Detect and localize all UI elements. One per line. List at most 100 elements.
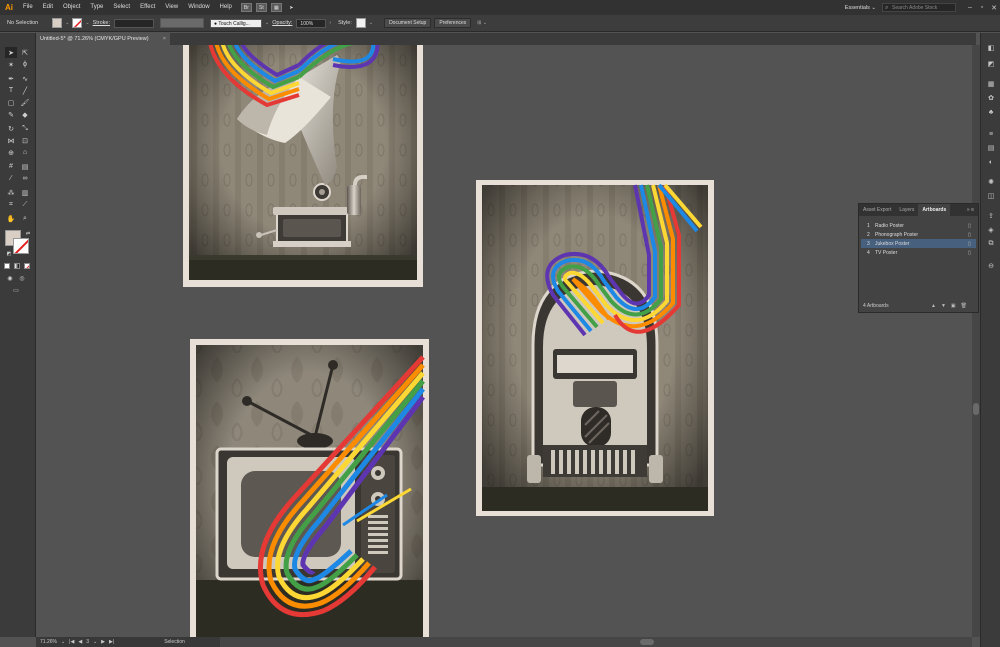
symbol-sprayer-icon[interactable]: ⁂ (5, 187, 17, 198)
gradient-mode-icon[interactable] (14, 263, 20, 269)
artboard-row-3[interactable]: 3 Jukebox Poster ▯ (861, 239, 976, 248)
next-artboard-icon[interactable]: ▶ (101, 639, 105, 645)
fill-swatch[interactable] (52, 18, 63, 28)
slice-icon[interactable]: ⟋ (19, 199, 31, 210)
move-up-icon[interactable]: ▲ (931, 303, 941, 309)
opacity-arrow-icon[interactable]: › (329, 20, 331, 26)
transparency-icon[interactable]: ◐ (985, 157, 997, 167)
zoom-dropdown-icon[interactable]: ⌄ (61, 639, 65, 645)
artboard-tv[interactable] (190, 339, 429, 637)
horizontal-scroll-thumb[interactable] (640, 639, 654, 645)
menu-effect[interactable]: Effect (135, 0, 160, 15)
last-artboard-icon[interactable]: ▶| (109, 639, 114, 645)
eraser-icon[interactable]: ◆ (19, 109, 31, 120)
menu-help[interactable]: Help (215, 0, 237, 15)
menu-select[interactable]: Select (108, 0, 135, 15)
menu-object[interactable]: Object (58, 0, 85, 15)
lasso-icon[interactable]: ϕ (19, 59, 31, 70)
draw-behind-icon[interactable]: ◎ (16, 273, 28, 284)
free-transform-icon[interactable]: ⊡ (19, 135, 31, 146)
gpu-performance-icon[interactable]: ➤ (286, 3, 297, 12)
vertical-scroll-thumb[interactable] (973, 403, 979, 415)
fill-dropdown-icon[interactable]: ⌄ (65, 20, 69, 26)
workspace-switcher[interactable]: Essentials ⌄ (839, 5, 882, 11)
stroke-icon[interactable]: ≡ (985, 129, 997, 139)
color-mode-icon[interactable] (4, 263, 10, 269)
artboard-row-2[interactable]: 2 Phonograph Poster ▯ (861, 230, 976, 239)
eyedropper-icon[interactable]: ⁄ (5, 173, 17, 184)
shape-builder-icon[interactable]: ⊕ (5, 147, 17, 158)
selection-icon[interactable]: ➤ (5, 47, 17, 58)
menu-file[interactable]: File (18, 0, 38, 15)
tab-asset-export[interactable]: Asset Export (859, 204, 895, 216)
preferences-button[interactable]: Preferences (434, 18, 472, 28)
draw-normal-icon[interactable]: ◉ (4, 273, 16, 284)
tab-layers[interactable]: Layers (895, 204, 918, 216)
menu-window[interactable]: Window (183, 0, 214, 15)
brush-dropdown-icon[interactable]: ⌄ (265, 20, 269, 26)
delete-artboard-icon[interactable]: 🗑 (961, 303, 972, 309)
artboard-dropdown-icon[interactable]: ⌄ (93, 639, 97, 645)
properties-icon[interactable]: ◧ (985, 43, 997, 53)
rectangle-icon[interactable]: ▢ (5, 97, 17, 108)
shaper-icon[interactable]: ✎ (5, 109, 17, 120)
default-colors-icon[interactable]: ◩ (3, 248, 15, 259)
search-stock-input[interactable]: ⌕ Search Adobe Stock (882, 3, 956, 12)
artboard-row-1[interactable]: 1 Radio Poster ▯ (861, 221, 976, 230)
artboards-icon[interactable]: ⧉ (985, 239, 997, 249)
arrange-documents-icon[interactable]: ▦ (270, 3, 282, 12)
graphic-style-swatch[interactable] (355, 18, 366, 28)
mesh-icon[interactable]: # (5, 161, 17, 172)
rotate-icon[interactable]: ↻ (5, 123, 17, 134)
close-tab-icon[interactable]: × (163, 33, 166, 45)
artboard-options-icon[interactable]: ▯ (968, 250, 976, 256)
artboard-options-icon[interactable]: ▯ (968, 223, 976, 229)
panel-menu-icon[interactable]: » ≡ (967, 204, 974, 216)
brushes-icon[interactable]: ✿ (985, 93, 997, 103)
artboard-options-icon[interactable]: ▯ (968, 232, 976, 238)
brush-definition[interactable]: ● Touch Callig... (210, 18, 263, 28)
swap-fill-stroke-icon[interactable]: ⇄ (22, 228, 34, 239)
width-icon[interactable]: ⋈ (5, 135, 17, 146)
zoom-level[interactable]: 71.26% (40, 639, 57, 645)
new-artboard-icon[interactable]: ▣ (951, 303, 961, 309)
symbols-icon[interactable]: ♣ (985, 107, 997, 117)
stroke-dropdown-icon[interactable]: ⌄ (85, 20, 89, 26)
tab-artboards[interactable]: Artboards (918, 204, 951, 216)
move-down-icon[interactable]: ▼ (941, 303, 951, 309)
vertical-scrollbar[interactable] (972, 45, 980, 637)
artboard-icon[interactable]: ⌗ (5, 199, 17, 210)
stroke-color-box[interactable] (13, 238, 29, 254)
perspective-icon[interactable]: ⌂ (19, 147, 31, 158)
document-setup-button[interactable]: Document Setup (384, 18, 432, 28)
appearance-icon[interactable]: ✺ (985, 177, 997, 187)
document-tab[interactable]: Untitled-5* @ 71.26% (CMYK/GPU Preview) … (36, 33, 170, 45)
opacity-label[interactable]: Opacity: (272, 20, 292, 26)
artboard-number[interactable]: 3 (86, 639, 89, 645)
align-options-icon[interactable]: ⊞ ⌄ (477, 20, 487, 26)
line-icon[interactable]: ╱ (19, 85, 31, 96)
variable-width-profile[interactable] (160, 18, 205, 28)
none-mode-icon[interactable] (24, 263, 30, 269)
canvas[interactable] (37, 45, 972, 637)
pen-icon[interactable]: ✒ (5, 73, 17, 84)
links-icon[interactable]: ⊖ (985, 261, 997, 271)
menu-view[interactable]: View (160, 0, 183, 15)
menu-edit[interactable]: Edit (38, 0, 58, 15)
column-graph-icon[interactable]: ▥ (19, 187, 31, 198)
stroke-swatch[interactable] (72, 18, 83, 28)
asset-export-icon[interactable]: ⇪ (985, 211, 997, 221)
current-tool-status[interactable]: Selection (164, 639, 185, 645)
bridge-button[interactable]: Br (240, 3, 252, 12)
artboard-row-4[interactable]: 4 TV Poster ▯ (861, 248, 976, 257)
curvature-icon[interactable]: ∿ (19, 73, 31, 84)
gradient-panel-icon[interactable]: ▤ (985, 143, 997, 153)
scale-icon[interactable]: ⤡ (19, 123, 31, 134)
close-window-button[interactable]: ✕ (988, 4, 1000, 12)
opacity-field[interactable]: 100% (296, 18, 327, 28)
swatches-icon[interactable]: ▦ (985, 79, 997, 89)
previous-artboard-icon[interactable]: ◀ (78, 639, 82, 645)
blend-icon[interactable]: ∞ (19, 173, 31, 184)
color-guide-icon[interactable]: ◩ (985, 59, 997, 69)
zoom-icon[interactable]: ⌕ (19, 213, 31, 224)
